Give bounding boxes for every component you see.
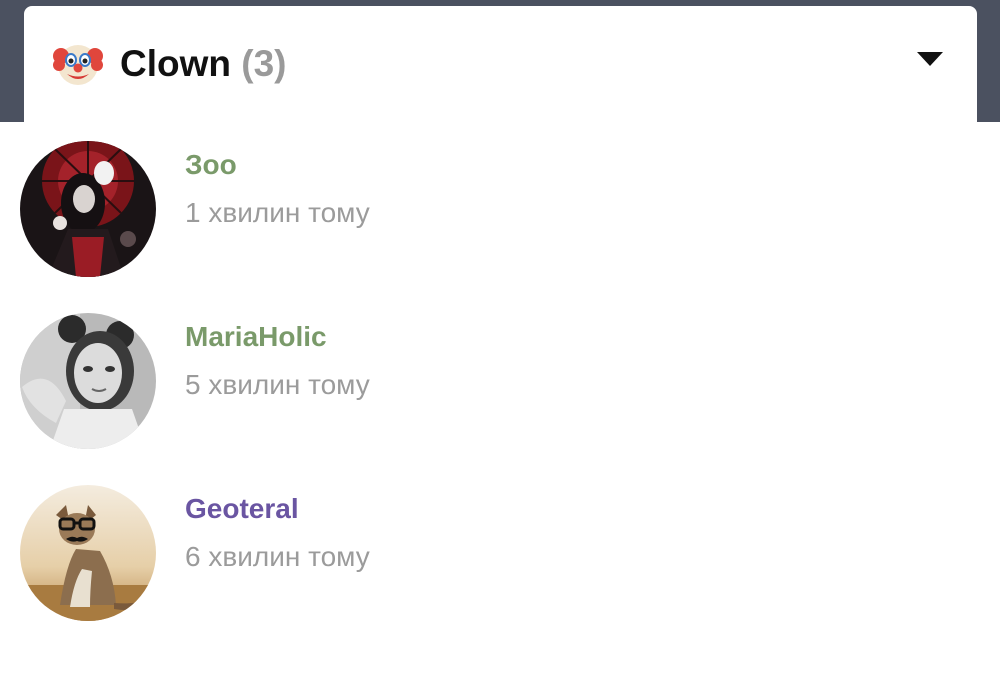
grayscale-girl-avatar (20, 313, 156, 449)
username[interactable]: Зоо (185, 148, 237, 182)
reacted-users-list: Зоо 1 хвилин тому MariaHolic 5 хвилин то… (0, 122, 1000, 675)
reaction-title: Clown (3) (120, 42, 287, 86)
user-list-item[interactable]: Geoteral 6 хвилин тому (0, 466, 1000, 638)
user-avatar[interactable] (20, 141, 156, 277)
username[interactable]: MariaHolic (185, 320, 327, 354)
triangle-down-icon (917, 52, 943, 66)
user-list-item[interactable]: MariaHolic 5 хвилин тому (0, 294, 1000, 466)
reaction-name: Clown (120, 43, 231, 84)
username[interactable]: Geoteral (185, 492, 299, 526)
user-list-item[interactable]: Зоо 1 хвилин тому (0, 122, 1000, 294)
reaction-time: 5 хвилин тому (185, 369, 370, 400)
dark-anime-girl-avatar (20, 141, 156, 277)
reaction-time: 6 хвилин тому (185, 541, 370, 572)
reaction-group-card: Clown (3) (24, 6, 977, 122)
collapse-toggle-button[interactable] (904, 36, 956, 82)
reaction-time: 1 хвилин тому (185, 197, 370, 228)
clown-face-icon (53, 39, 103, 89)
user-avatar[interactable] (20, 313, 156, 449)
reaction-count: (3) (241, 43, 287, 84)
fox-with-glasses-avatar (20, 485, 156, 621)
user-avatar[interactable] (20, 485, 156, 621)
reaction-group-header[interactable]: Clown (3) (24, 6, 977, 122)
